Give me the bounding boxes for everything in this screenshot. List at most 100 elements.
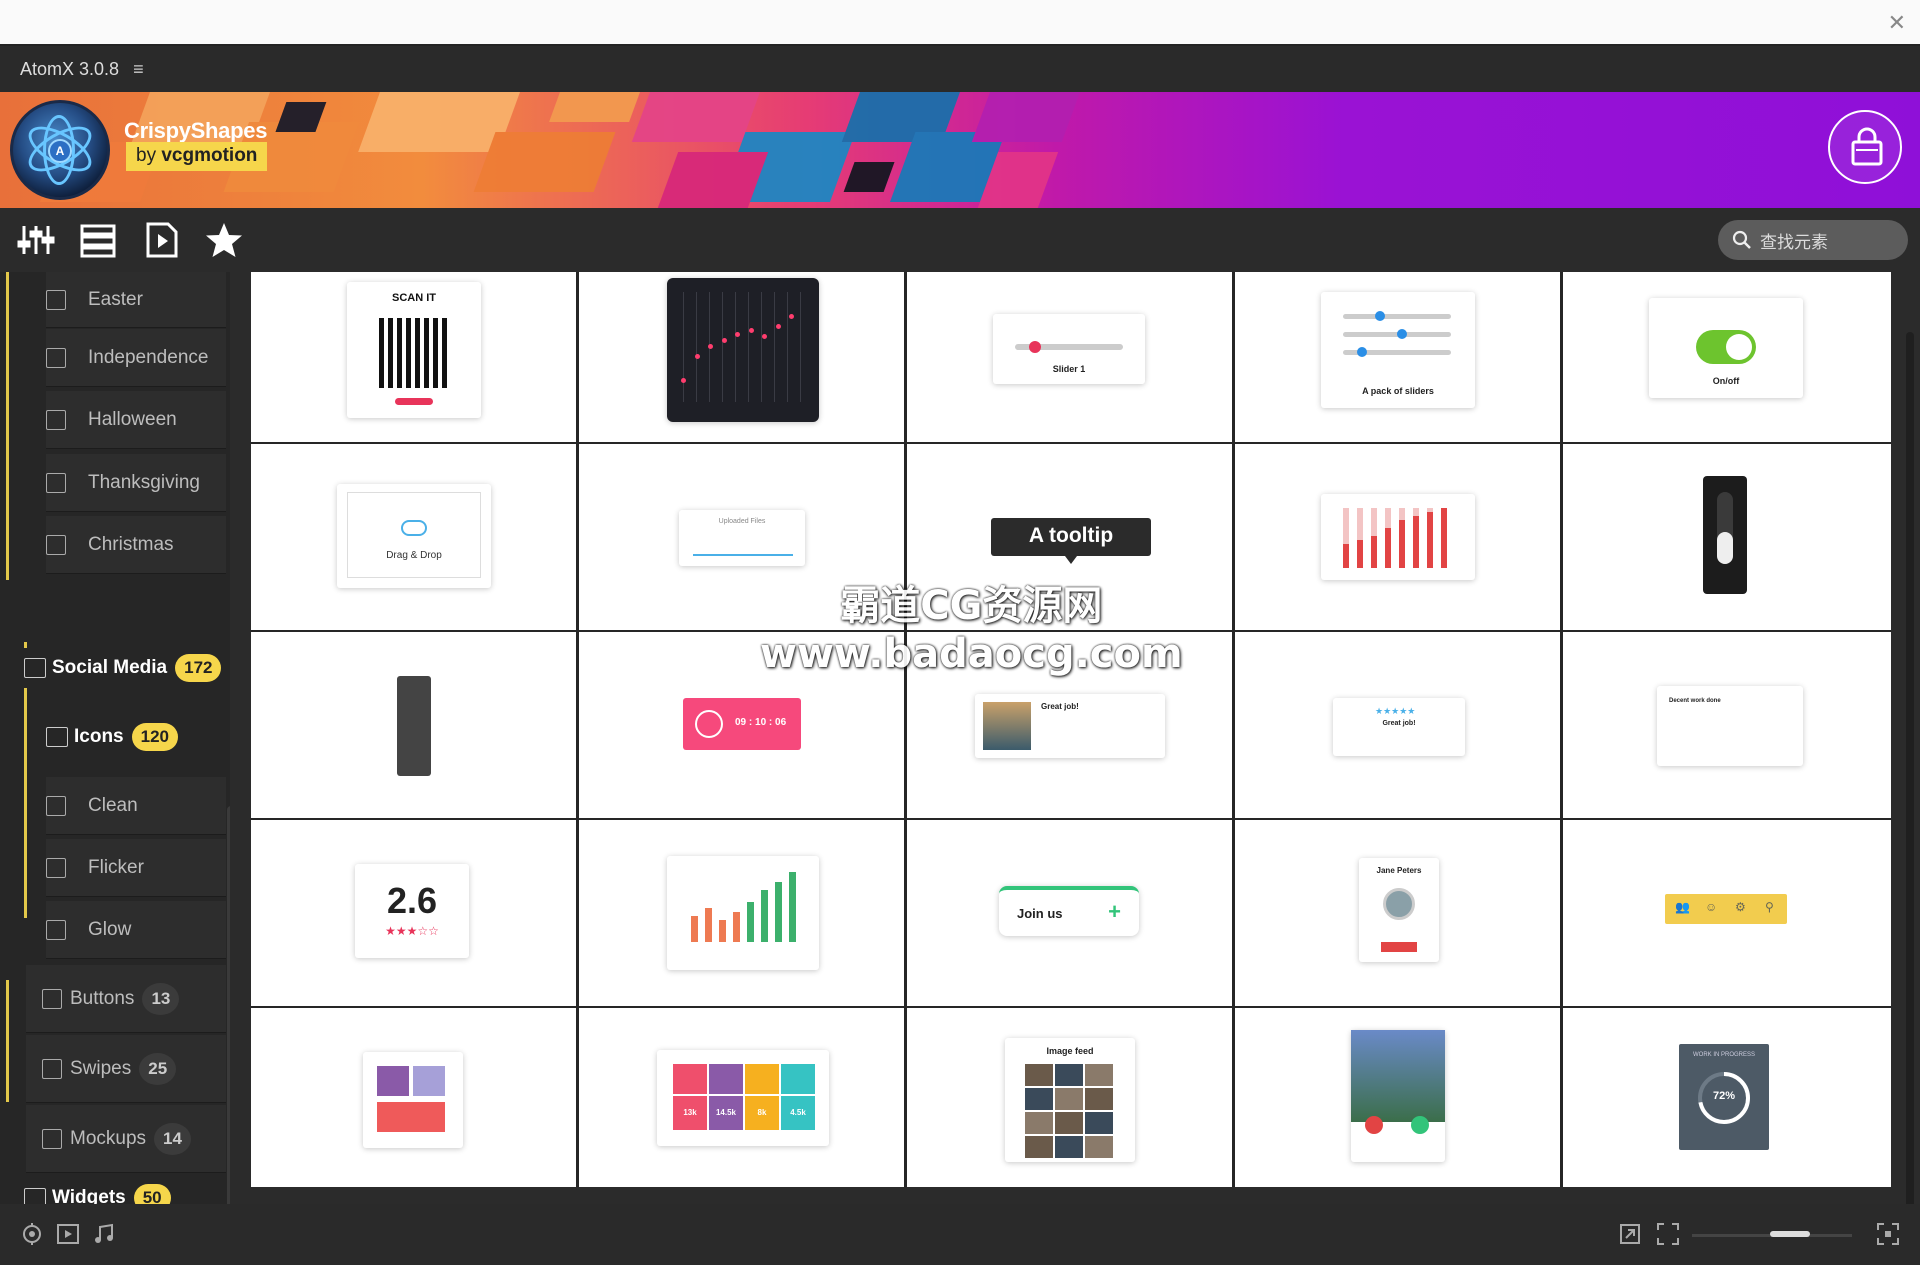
- card-title: 2.6: [386, 880, 438, 921]
- bar-icon: ⚲: [1765, 900, 1774, 914]
- music-icon[interactable]: [92, 1222, 116, 1246]
- feed-image: [1025, 1112, 1053, 1134]
- grid-scrollbar[interactable]: [1906, 332, 1914, 1257]
- sidebar-category-icons[interactable]: Icons 120: [46, 717, 178, 757]
- sidebar-item-swipes[interactable]: Swipes 25: [26, 1035, 226, 1103]
- shop-button[interactable]: [1828, 110, 1902, 184]
- social-tiles-card: 13k 14.5k 8k 4.5k: [657, 1050, 829, 1146]
- sidebar-scrollbar[interactable]: [227, 806, 230, 1204]
- search-field[interactable]: 查找元素: [1718, 220, 1908, 260]
- window-close-icon[interactable]: ✕: [1888, 10, 1906, 36]
- chart-point: [762, 334, 767, 339]
- banner-cubes-graphic: [39, 92, 1084, 208]
- sidebar-item-halloween[interactable]: Halloween: [46, 391, 226, 449]
- volume-widget[interactable]: [1563, 444, 1891, 630]
- sidebar-category-social-media[interactable]: Social Media 172: [24, 648, 222, 688]
- zoom-slider[interactable]: [1692, 1231, 1852, 1237]
- feed-image: [1085, 1136, 1113, 1158]
- chart-card: [667, 278, 819, 422]
- drag-drop-card: Drag & Drop: [337, 484, 491, 588]
- card-title: A tooltip: [1028, 524, 1114, 547]
- app-title: AtomX 3.0.8: [20, 58, 120, 79]
- feed-image: [1085, 1112, 1113, 1134]
- call-card-widget[interactable]: [1235, 1008, 1560, 1187]
- progress-ring-widget[interactable]: WORK IN PROGRESS 72%: [1563, 1008, 1891, 1187]
- image-feed-widget[interactable]: Image feed: [907, 1008, 1232, 1187]
- author-tag[interactable]: by vcgmotion: [126, 142, 268, 171]
- slider-pack-widget[interactable]: A pack of sliders: [1235, 272, 1560, 442]
- feed-image: [1055, 1112, 1083, 1134]
- expand-icon[interactable]: [1618, 1222, 1642, 1246]
- upload-card: Uploaded Files: [679, 510, 805, 566]
- category-label: Social Media: [52, 657, 168, 678]
- sidebar-item-label: Christmas: [88, 533, 174, 555]
- icon-bar-widget[interactable]: 👥 ☺ ⚙ ⚲: [1563, 820, 1891, 1006]
- sidebar-item-label: Flicker: [88, 856, 144, 878]
- sidebar-item-christmas[interactable]: Christmas: [46, 516, 226, 574]
- star-icon[interactable]: [204, 220, 244, 260]
- sidebar-item-buttons[interactable]: Buttons 13: [26, 965, 226, 1033]
- sidebar-item-mockups[interactable]: Mockups 14: [26, 1105, 226, 1173]
- product-banner: A CrispyShapes by vcgmotion: [0, 92, 1920, 208]
- hamburger-icon[interactable]: ≡: [133, 59, 144, 80]
- drag-drop-widget[interactable]: Drag & Drop: [251, 444, 576, 630]
- sidebar-category-widgets[interactable]: Widgets 50: [24, 1178, 171, 1204]
- sidebar-item-label: Mockups: [70, 1127, 147, 1149]
- feed-image: [1025, 1088, 1053, 1110]
- sliders-icon[interactable]: [16, 220, 56, 260]
- toggle-widget[interactable]: On/off: [1563, 272, 1891, 442]
- rating-score-widget[interactable]: 2.6 ★★★☆☆: [251, 820, 576, 1006]
- search-icon: [1732, 230, 1751, 249]
- social-count: 8k: [745, 1096, 779, 1130]
- count-badge: 120: [131, 723, 178, 751]
- card-title: Great job!: [1382, 720, 1416, 727]
- slider-thumb: [1375, 311, 1385, 321]
- comment-card: Decent work done: [1657, 686, 1803, 766]
- sidebar-item-label: Thanksgiving: [88, 471, 200, 493]
- progress-caption: WORK IN PROGRESS: [1692, 1052, 1755, 1058]
- sidebar-item-clean[interactable]: Clean: [46, 777, 226, 835]
- chart-point: [775, 324, 781, 329]
- icon-strip-widget[interactable]: [251, 632, 576, 818]
- sidebar-item-thanksgiving[interactable]: Thanksgiving: [46, 454, 226, 512]
- social-tile: [745, 1064, 779, 1094]
- join-button-widget[interactable]: Join us +: [907, 820, 1232, 1006]
- meter-bar: [1343, 544, 1349, 568]
- slider-widget[interactable]: Slider 1: [907, 272, 1232, 442]
- sidebar-item-independence[interactable]: Independence: [46, 329, 226, 387]
- list-icon[interactable]: [78, 220, 118, 260]
- avatar: [1383, 888, 1415, 920]
- vertical-chart-widget[interactable]: [579, 272, 904, 442]
- social-tiles-widget[interactable]: 13k 14.5k 8k 4.5k: [579, 1008, 904, 1187]
- bar-chart-widget[interactable]: [579, 820, 904, 1006]
- watermark-line: 霸道CG资源网: [840, 583, 1103, 629]
- chart-point: [681, 378, 686, 383]
- slider-card: Slider 1: [993, 314, 1145, 384]
- qr-scan-widget[interactable]: SCAN IT: [251, 272, 576, 442]
- rating-card-widget[interactable]: Great job! ★★★★★: [1235, 632, 1560, 818]
- feed-image: [1055, 1064, 1083, 1086]
- play-box-icon[interactable]: [56, 1222, 80, 1246]
- icon-bar: 👥 ☺ ⚙ ⚲: [1665, 894, 1787, 924]
- feed-image: [1025, 1064, 1053, 1086]
- tooltip-box: A tooltip: [991, 518, 1151, 564]
- timer-box: 09 : 10 : 06: [683, 698, 801, 750]
- slider-thumb: [1029, 341, 1041, 353]
- sidebar-item-flicker[interactable]: Flicker: [46, 839, 226, 897]
- play-file-icon[interactable]: [142, 220, 182, 260]
- profile-card-widget[interactable]: Jane Peters: [1235, 820, 1560, 1006]
- sidebar-item-easter[interactable]: Easter: [46, 272, 226, 328]
- zoom-slider-handle[interactable]: [1770, 1231, 1810, 1237]
- comment-card-widget[interactable]: Decent work done: [1563, 632, 1891, 818]
- tile-grid-widget[interactable]: [251, 1008, 576, 1187]
- fullscreen-icon[interactable]: [1656, 1222, 1680, 1246]
- ae-file-icon: [46, 857, 66, 878]
- bar-icon: ⚙: [1735, 900, 1746, 914]
- target-icon[interactable]: [20, 1222, 44, 1246]
- bar-meter-widget[interactable]: [1235, 444, 1560, 630]
- rating-stars: ★★★☆☆: [385, 924, 439, 938]
- fit-icon[interactable]: [1876, 1222, 1900, 1246]
- ae-file-icon: [46, 347, 66, 368]
- watermark-line: www.badaocg.com: [760, 631, 1183, 677]
- sidebar-item-glow[interactable]: Glow: [46, 901, 226, 959]
